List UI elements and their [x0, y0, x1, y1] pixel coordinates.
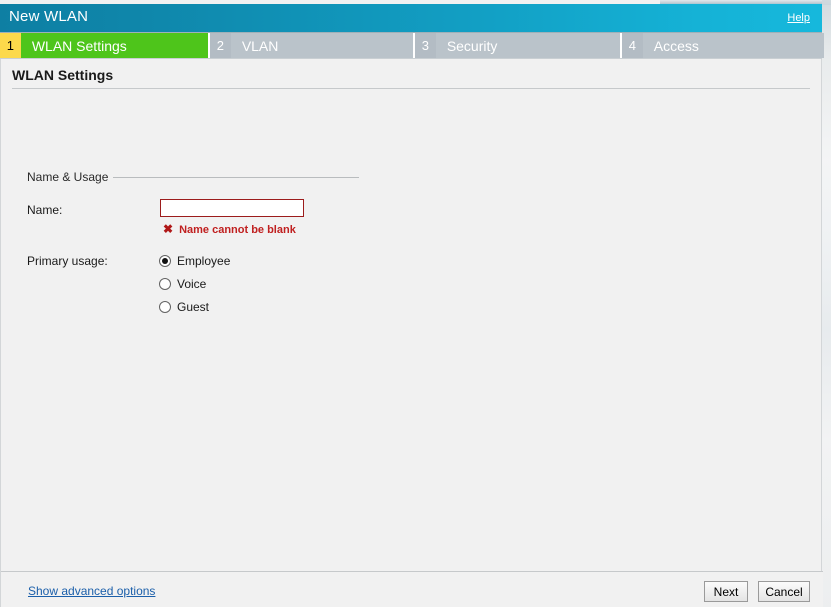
page-title-divider	[12, 88, 810, 89]
page-title: WLAN Settings	[12, 67, 114, 83]
step-label-vlan: VLAN	[230, 33, 413, 58]
step-tab-wlan-settings[interactable]: 1 WLAN Settings	[0, 33, 208, 58]
show-advanced-options-link[interactable]: Show advanced options	[28, 584, 155, 598]
section-label-name-usage: Name & Usage	[27, 170, 109, 184]
radio-label-voice: Voice	[177, 277, 207, 291]
help-link[interactable]: Help	[787, 12, 810, 24]
radio-option-voice[interactable]: Voice	[159, 277, 206, 291]
name-error-text: Name cannot be blank	[179, 224, 296, 236]
primary-usage-label: Primary usage:	[27, 254, 108, 268]
radio-icon-voice	[159, 278, 171, 290]
radio-option-guest[interactable]: Guest	[159, 300, 209, 314]
error-x-icon: ✖	[163, 222, 174, 236]
step-tab-access[interactable]: 4 Access	[622, 33, 824, 58]
step-number-2: 2	[210, 33, 231, 58]
radio-label-employee: Employee	[177, 254, 231, 268]
name-error-message: ✖ Name cannot be blank	[163, 222, 296, 236]
wizard-panel: WLAN Settings Name & Usage Name: ✖ Name c…	[0, 59, 823, 607]
dialog-title: New WLAN	[9, 8, 89, 25]
step-label-security: Security	[435, 33, 620, 58]
step-number-1: 1	[0, 33, 21, 58]
name-input[interactable]	[160, 199, 304, 217]
step-number-3: 3	[415, 33, 436, 58]
step-label-access: Access	[642, 33, 824, 58]
step-number-4: 4	[622, 33, 643, 58]
next-button[interactable]: Next	[704, 581, 748, 602]
dialog-titlebar: New WLAN Help	[0, 4, 822, 33]
step-tab-security[interactable]: 3 Security	[415, 33, 620, 58]
radio-label-guest: Guest	[177, 300, 210, 314]
step-tab-vlan[interactable]: 2 VLAN	[210, 33, 413, 58]
cancel-button[interactable]: Cancel	[758, 581, 810, 602]
step-label-wlan-settings: WLAN Settings	[20, 33, 208, 58]
radio-option-employee[interactable]: Employee	[159, 254, 230, 268]
radio-icon-guest	[159, 301, 171, 313]
section-divider-name-usage	[113, 177, 359, 178]
radio-icon-employee	[159, 255, 171, 267]
dialog-footer: Show advanced options Next Cancel	[1, 571, 823, 607]
name-field-label: Name:	[27, 203, 63, 217]
wizard-step-tabs: 1 WLAN Settings 2 VLAN 3 Security 4 Acce…	[0, 33, 824, 59]
background-page-sliver-right	[822, 0, 831, 607]
new-wlan-dialog: New WLAN Help 1 WLAN Settings 2 VLAN 3 S…	[0, 4, 824, 607]
